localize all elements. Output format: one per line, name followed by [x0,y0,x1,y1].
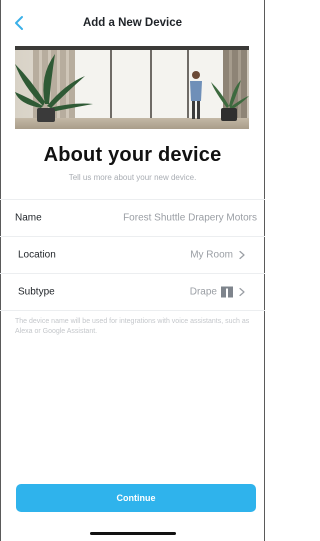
name-row[interactable]: Name Forest Shuttle Drapery Motors [0,200,265,237]
subtype-selector[interactable]: Drape [189,286,245,298]
name-field[interactable]: Forest Shuttle Drapery Motors [123,213,257,224]
hero-image [15,46,249,129]
nav-title: Add a New Device [82,17,183,29]
subtype-label: Subtype [18,286,55,298]
name-label: Name [15,212,42,224]
page-subheading: Tell us more about your new device. [68,173,197,182]
subtype-value: Drape [189,286,217,298]
drape-icon [221,286,233,298]
continue-button[interactable]: Continue [16,484,256,512]
subtype-row[interactable]: Subtype Drape [0,274,265,311]
chevron-right-icon [239,287,245,297]
name-value: Forest Shuttle Drapery Motors [123,212,257,224]
chevron-right-icon [239,250,245,260]
device-details-list: Name Forest Shuttle Drapery Motors Locat… [0,199,265,311]
location-selector[interactable]: My Room [190,250,245,261]
home-indicator [90,532,176,535]
page-headline: About your device [43,144,222,166]
helper-text: The device name will be used for integra… [15,318,250,335]
nav-bar: Add a New Device [0,0,265,45]
location-value: My Room [190,249,233,261]
location-row[interactable]: Location My Room [0,237,265,274]
location-label: Location [18,249,56,261]
living-room-photo [15,46,249,129]
